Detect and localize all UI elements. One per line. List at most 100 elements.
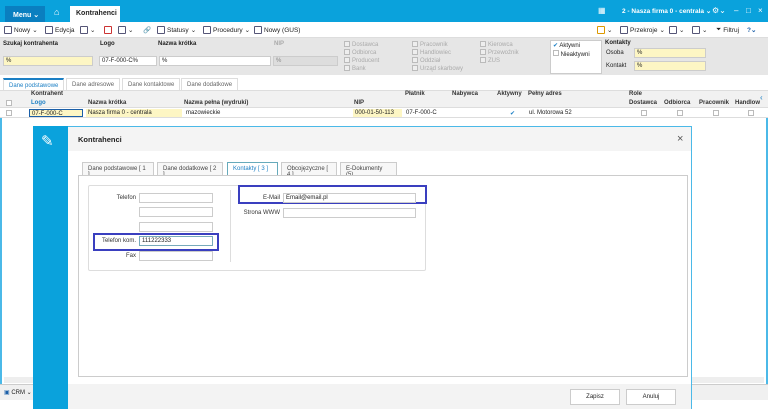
col-short-name[interactable]: Nazwa krótka [88, 100, 126, 106]
role-zus[interactable]: ZUS [488, 58, 500, 64]
role-kierowca[interactable]: Kierowca [488, 42, 513, 48]
views-icon [620, 26, 628, 34]
logo-input[interactable]: 07-F-000-C% [99, 56, 157, 66]
save-button[interactable]: Zapisz [570, 389, 620, 405]
col-employee[interactable]: Pracownik [699, 100, 729, 106]
statuses-button[interactable]: Statusy ⌄ [157, 26, 196, 34]
www-input[interactable] [283, 208, 416, 218]
row-checkbox[interactable] [6, 110, 12, 116]
col-recipient[interactable]: Odbiorca [664, 100, 690, 106]
role-odbiorca[interactable]: Odbiorca [352, 50, 376, 56]
col-supplier[interactable]: Dostawca [629, 100, 657, 106]
person-label: Osoba [606, 50, 624, 56]
new-gus-button[interactable]: Nowy (GUS) [254, 26, 300, 34]
cell-nip: 000-01-50-113 [353, 109, 402, 117]
chart-icon [597, 26, 605, 34]
status-icon [157, 26, 165, 34]
cell-employee-checkbox[interactable] [713, 110, 719, 116]
menu-button[interactable]: Menu ⌄ [5, 6, 45, 22]
tab-basic-data[interactable]: Dane podstawowe [3, 78, 65, 90]
dialog-tab-foreign[interactable]: Obcojęzyczne [ 4 ] [281, 162, 337, 178]
phone-input-1[interactable] [139, 193, 213, 203]
dialog-tab-contacts[interactable]: Kontakty [ 3 ] [227, 162, 278, 175]
filter-button[interactable]: ⏷ Filtruj [716, 26, 739, 34]
person-input[interactable]: % [634, 48, 706, 58]
grid-icon[interactable]: ▦ [598, 6, 606, 15]
warning-button[interactable]: ⌄ [692, 26, 707, 34]
role-urzad[interactable]: Urząd skarbowy [420, 66, 463, 72]
gear-icon[interactable]: ⚙⌄ [712, 6, 726, 15]
edit-button[interactable]: Edycja [45, 26, 75, 34]
chart-button[interactable]: ⌄ [597, 26, 612, 34]
statuses-label: Statusy [167, 26, 189, 34]
role-przewoznik[interactable]: Przewoźnik [488, 50, 519, 56]
role-pracownik[interactable]: Pracownik [420, 42, 448, 48]
cell-full-name: mazowieckie [186, 110, 221, 116]
cell-recipient-checkbox[interactable] [677, 110, 683, 116]
role-handlowiec[interactable]: Handlowiec [420, 50, 451, 56]
procedures-label: Procedury [213, 26, 243, 34]
new-gus-label: Nowy (GUS) [264, 26, 301, 34]
col-active[interactable]: Aktywny [497, 91, 522, 97]
tab-kontrahenci[interactable]: Kontrahenci [70, 6, 120, 22]
attach-icon[interactable]: 🔗 [143, 26, 151, 34]
print-button[interactable]: ⌄ [118, 26, 133, 34]
phone-input-3[interactable] [139, 222, 213, 232]
select-all-checkbox[interactable] [6, 100, 12, 106]
cell-supplier-checkbox[interactable] [641, 110, 647, 116]
nip-input[interactable]: % [273, 56, 338, 66]
views-button[interactable]: Przekroje ⌄ [620, 26, 665, 34]
col-buyer[interactable]: Nabywca [452, 91, 478, 97]
roles-header: Role [629, 91, 643, 97]
inactive-checkbox[interactable]: Nieaktywni [553, 50, 599, 59]
procedure-icon [203, 26, 211, 34]
dialog-tab-basic[interactable]: Dane podstawowe [ 1 ] [82, 162, 154, 178]
tab-additional-data[interactable]: Dane dodatkowe [181, 78, 239, 90]
short-name-input[interactable]: % [159, 56, 271, 66]
cell-salesman-checkbox[interactable] [748, 110, 754, 116]
contact-input[interactable]: % [634, 61, 706, 71]
mobile-label: Telefon kom. [101, 238, 136, 244]
preview-button[interactable]: ⌄ [80, 26, 95, 34]
collapse-icon[interactable]: ‹ [760, 93, 763, 102]
role-oddzial[interactable]: Oddział [420, 58, 440, 64]
role-producent[interactable]: Producent [352, 58, 379, 64]
cancel-button[interactable]: Anuluj [626, 389, 676, 405]
tab-address-data[interactable]: Dane adresowe [66, 78, 121, 90]
home-icon[interactable]: ⌂ [54, 7, 59, 17]
col-full-name[interactable]: Nazwa pełna (wydruki) [184, 100, 248, 106]
help-icon[interactable]: ?⌄ [747, 26, 756, 34]
crm-button[interactable]: ▣ CRM ⌄ [4, 389, 32, 396]
phone-input-2[interactable] [139, 207, 213, 217]
dialog-tab-edocuments[interactable]: E-Dokumenty (5) [340, 162, 397, 178]
search-input[interactable]: % [3, 56, 93, 66]
col-payer[interactable]: Płatnik [405, 91, 425, 97]
col-logo[interactable]: Logo [31, 100, 46, 106]
delete-button[interactable] [104, 26, 112, 34]
active-checkbox[interactable]: ✔ Aktywni [553, 42, 599, 50]
preview-icon [80, 26, 88, 34]
dialog-close-icon[interactable]: × [677, 133, 683, 145]
close-icon[interactable]: × [758, 6, 763, 15]
cell-payer: 07-F-000-C [406, 110, 437, 116]
company-selector[interactable]: 2 - Nasza firma 0 - centrala ⌄ [622, 7, 711, 15]
email-input[interactable]: Email@email.pl [283, 193, 416, 203]
cell-active-check-icon[interactable]: ✔ [508, 109, 517, 117]
layout-button[interactable]: ⌄ [669, 26, 684, 34]
new-button[interactable]: Nowy ⌄ [4, 26, 38, 34]
mobile-input[interactable]: 111222333 [139, 236, 213, 246]
minimize-icon[interactable]: – [734, 6, 738, 15]
cell-logo[interactable]: 07-F-000-C [29, 109, 83, 117]
tab-contact-data[interactable]: Dane kontaktowe [122, 78, 181, 90]
role-dostawca[interactable]: Dostawca [352, 42, 378, 48]
col-salesman[interactable]: Handlow [735, 100, 760, 106]
col-address[interactable]: Pełny adres [528, 91, 562, 97]
cell-short-name: Nasza firma 0 - centrala [86, 109, 182, 117]
dialog-tab-additional[interactable]: Dane dodatkowe [ 2 ] [157, 162, 223, 178]
maximize-icon[interactable]: □ [746, 6, 751, 15]
contractor-group-header: Kontrahent [31, 91, 63, 97]
procedures-button[interactable]: Procedury ⌄ [203, 26, 250, 34]
role-bank[interactable]: Bank [352, 66, 366, 72]
fax-input[interactable] [139, 251, 213, 261]
col-nip[interactable]: NIP [354, 100, 364, 106]
